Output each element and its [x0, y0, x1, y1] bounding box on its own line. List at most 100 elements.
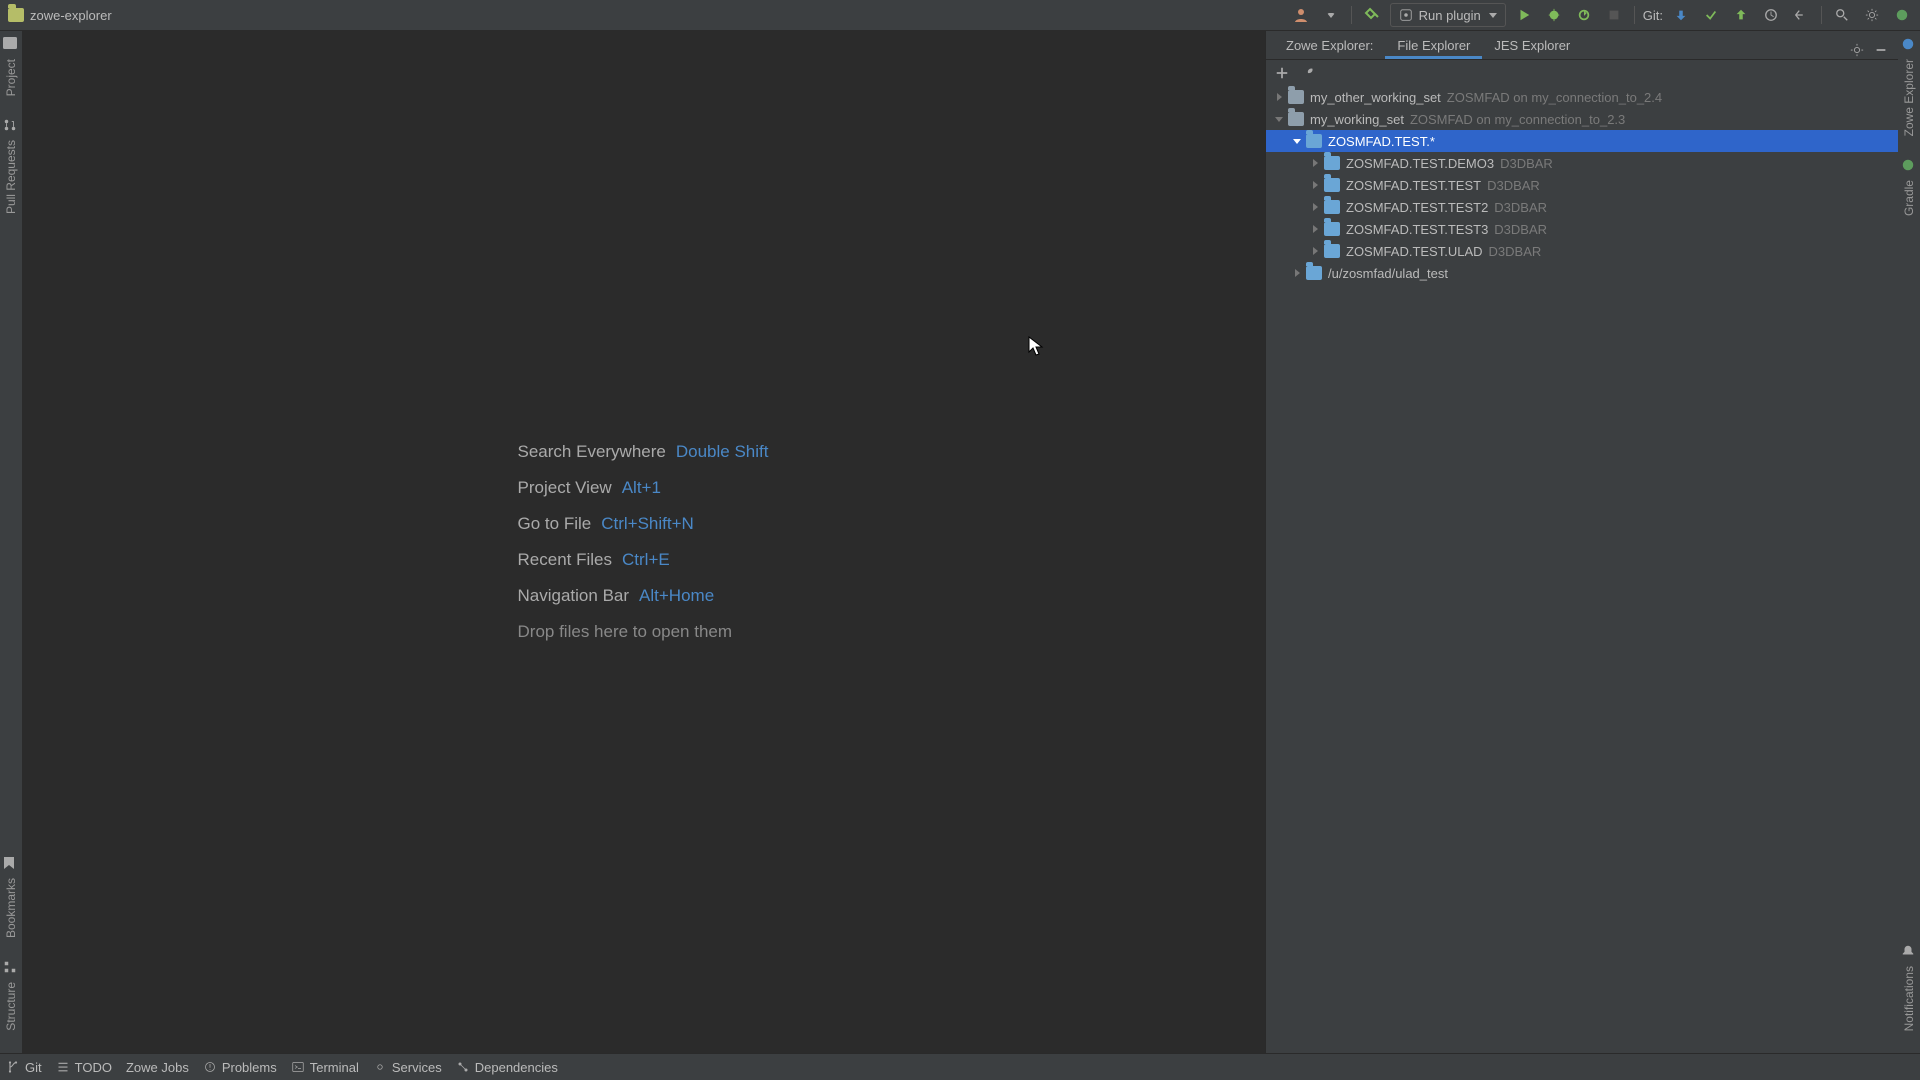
tree-row-label: ZOSMFAD.TEST.TEST3 [1346, 222, 1488, 237]
tab-zowe-explorer[interactable]: Zowe Explorer: [1274, 33, 1385, 59]
git-commit-icon[interactable] [1699, 3, 1723, 27]
chevron-down-icon[interactable] [1272, 112, 1286, 126]
sidebar-tab-pull-requests[interactable]: Pull Requests [4, 140, 18, 214]
run-config-dropdown[interactable]: Run plugin [1390, 3, 1506, 27]
plus-icon[interactable] [1272, 63, 1292, 83]
chevron-right-icon[interactable] [1272, 90, 1286, 104]
folder-icon[interactable] [3, 37, 19, 53]
bottom-tab-terminal[interactable]: Terminal [291, 1060, 359, 1075]
chevron-right-icon[interactable] [1308, 178, 1322, 192]
tip-go-to-file: Go to File Ctrl+Shift+N [518, 514, 769, 534]
git-history-icon[interactable] [1759, 3, 1783, 27]
gear-icon[interactable] [1848, 41, 1866, 59]
minimize-icon[interactable] [1872, 41, 1890, 59]
tree-row-label: ZOSMFAD.TEST.TEST [1346, 178, 1481, 193]
sidebar-tab-notifications[interactable]: Notifications [1902, 966, 1916, 1031]
warning-icon [203, 1060, 217, 1074]
chevron-right-icon[interactable] [1308, 156, 1322, 170]
panel-tabstrip: Zowe Explorer: File Explorer JES Explore… [1266, 31, 1898, 60]
tip-label: Search Everywhere [518, 442, 666, 462]
zowe-explorer-panel: Zowe Explorer: File Explorer JES Explore… [1265, 31, 1898, 1053]
tip-shortcut: Ctrl+Shift+N [601, 514, 694, 534]
file-tree[interactable]: my_other_working_setZOSMFAD on my_connec… [1266, 86, 1898, 1053]
tree-row-label: /u/zosmfad/ulad_test [1328, 266, 1448, 281]
dataset-icon [1324, 200, 1340, 214]
user-icon[interactable] [1289, 3, 1313, 27]
sidebar-tab-project[interactable]: Project [4, 59, 18, 96]
bottom-tab-label: Terminal [310, 1060, 359, 1075]
user-dropdown-icon[interactable] [1319, 3, 1343, 27]
build-icon[interactable] [1360, 3, 1384, 27]
gradle-icon[interactable] [1901, 158, 1917, 174]
tree-row[interactable]: ZOSMFAD.TEST.ULADD3DBAR [1266, 240, 1898, 262]
chevron-right-icon[interactable] [1290, 266, 1304, 280]
working-set-icon [1288, 112, 1304, 126]
tree-row[interactable]: ZOSMFAD.TEST.DEMO3D3DBAR [1266, 152, 1898, 174]
chevron-down-icon[interactable] [1290, 134, 1304, 148]
tree-row-label: ZOSMFAD.TEST.DEMO3 [1346, 156, 1494, 171]
sidebar-tab-bookmarks[interactable]: Bookmarks [4, 878, 18, 938]
project-title[interactable]: zowe-explorer [0, 8, 1289, 23]
sidebar-tab-gradle[interactable]: Gradle [1902, 180, 1916, 216]
gear-icon[interactable] [1860, 3, 1884, 27]
bookmark-icon[interactable] [3, 856, 19, 872]
tree-row-suffix: D3DBAR [1494, 200, 1547, 215]
notifications-icon[interactable] [1901, 944, 1917, 960]
list-icon [56, 1060, 70, 1074]
mouse-cursor-icon [1028, 336, 1044, 356]
debug-icon[interactable] [1542, 3, 1566, 27]
tree-row[interactable]: ZOSMFAD.TEST.* [1266, 130, 1898, 152]
tree-row[interactable]: my_other_working_setZOSMFAD on my_connec… [1266, 86, 1898, 108]
tab-file-explorer[interactable]: File Explorer [1385, 33, 1482, 59]
bottom-tab-label: Zowe Jobs [126, 1060, 189, 1075]
bottom-tab-dependencies[interactable]: Dependencies [456, 1060, 558, 1075]
tree-row[interactable]: ZOSMFAD.TEST.TEST3D3DBAR [1266, 218, 1898, 240]
editor-empty-area[interactable]: Search Everywhere Double Shift Project V… [22, 31, 1265, 1053]
wrench-icon[interactable] [1298, 63, 1318, 83]
bottom-tab-zowe-jobs[interactable]: Zowe Jobs [126, 1060, 189, 1075]
bottom-tab-problems[interactable]: Problems [203, 1060, 277, 1075]
profile-icon[interactable] [1890, 3, 1914, 27]
sidebar-tab-structure[interactable]: Structure [4, 982, 18, 1031]
tip-shortcut: Ctrl+E [622, 550, 670, 570]
tree-row[interactable]: ZOSMFAD.TEST.TESTD3DBAR [1266, 174, 1898, 196]
dataset-icon [1324, 156, 1340, 170]
tip-shortcut: Alt+Home [639, 586, 714, 606]
tree-row[interactable]: /u/zosmfad/ulad_test [1266, 262, 1898, 284]
dataset-icon [1306, 266, 1322, 280]
bottom-tab-label: Git [25, 1060, 42, 1075]
bottom-tab-services[interactable]: Services [373, 1060, 442, 1075]
chevron-right-icon[interactable] [1308, 200, 1322, 214]
tree-row[interactable]: my_working_setZOSMFAD on my_connection_t… [1266, 108, 1898, 130]
sidebar-tab-zowe[interactable]: Zowe Explorer [1902, 59, 1916, 136]
tree-row-suffix: D3DBAR [1489, 244, 1542, 259]
pull-request-icon[interactable] [3, 118, 19, 134]
tip-label: Go to File [518, 514, 592, 534]
bottom-tab-label: Problems [222, 1060, 277, 1075]
git-rollback-icon[interactable] [1789, 3, 1813, 27]
gear-icon [373, 1060, 387, 1074]
zowe-icon[interactable] [1901, 37, 1917, 53]
editor-tips: Search Everywhere Double Shift Project V… [518, 442, 769, 642]
left-tool-strip: Project Pull Requests Bookmarks Structur… [0, 31, 22, 1053]
project-title-label: zowe-explorer [30, 8, 112, 23]
tip-label: Project View [518, 478, 612, 498]
chevron-down-icon [1489, 13, 1497, 18]
bottom-tab-label: Dependencies [475, 1060, 558, 1075]
rerun-icon[interactable] [1572, 3, 1596, 27]
git-push-icon[interactable] [1729, 3, 1753, 27]
chevron-right-icon[interactable] [1308, 244, 1322, 258]
chevron-right-icon[interactable] [1308, 222, 1322, 236]
structure-icon[interactable] [3, 960, 19, 976]
stop-icon[interactable] [1602, 3, 1626, 27]
tree-row[interactable]: ZOSMFAD.TEST.TEST2D3DBAR [1266, 196, 1898, 218]
tip-shortcut: Double Shift [676, 442, 769, 462]
search-icon[interactable] [1830, 3, 1854, 27]
branch-icon [6, 1060, 20, 1074]
bottom-tab-todo[interactable]: TODO [56, 1060, 112, 1075]
run-icon[interactable] [1512, 3, 1536, 27]
bottom-tab-git[interactable]: Git [6, 1060, 42, 1075]
tab-jes-explorer[interactable]: JES Explorer [1482, 33, 1582, 59]
toolbar-separator [1821, 6, 1822, 24]
git-update-icon[interactable] [1669, 3, 1693, 27]
